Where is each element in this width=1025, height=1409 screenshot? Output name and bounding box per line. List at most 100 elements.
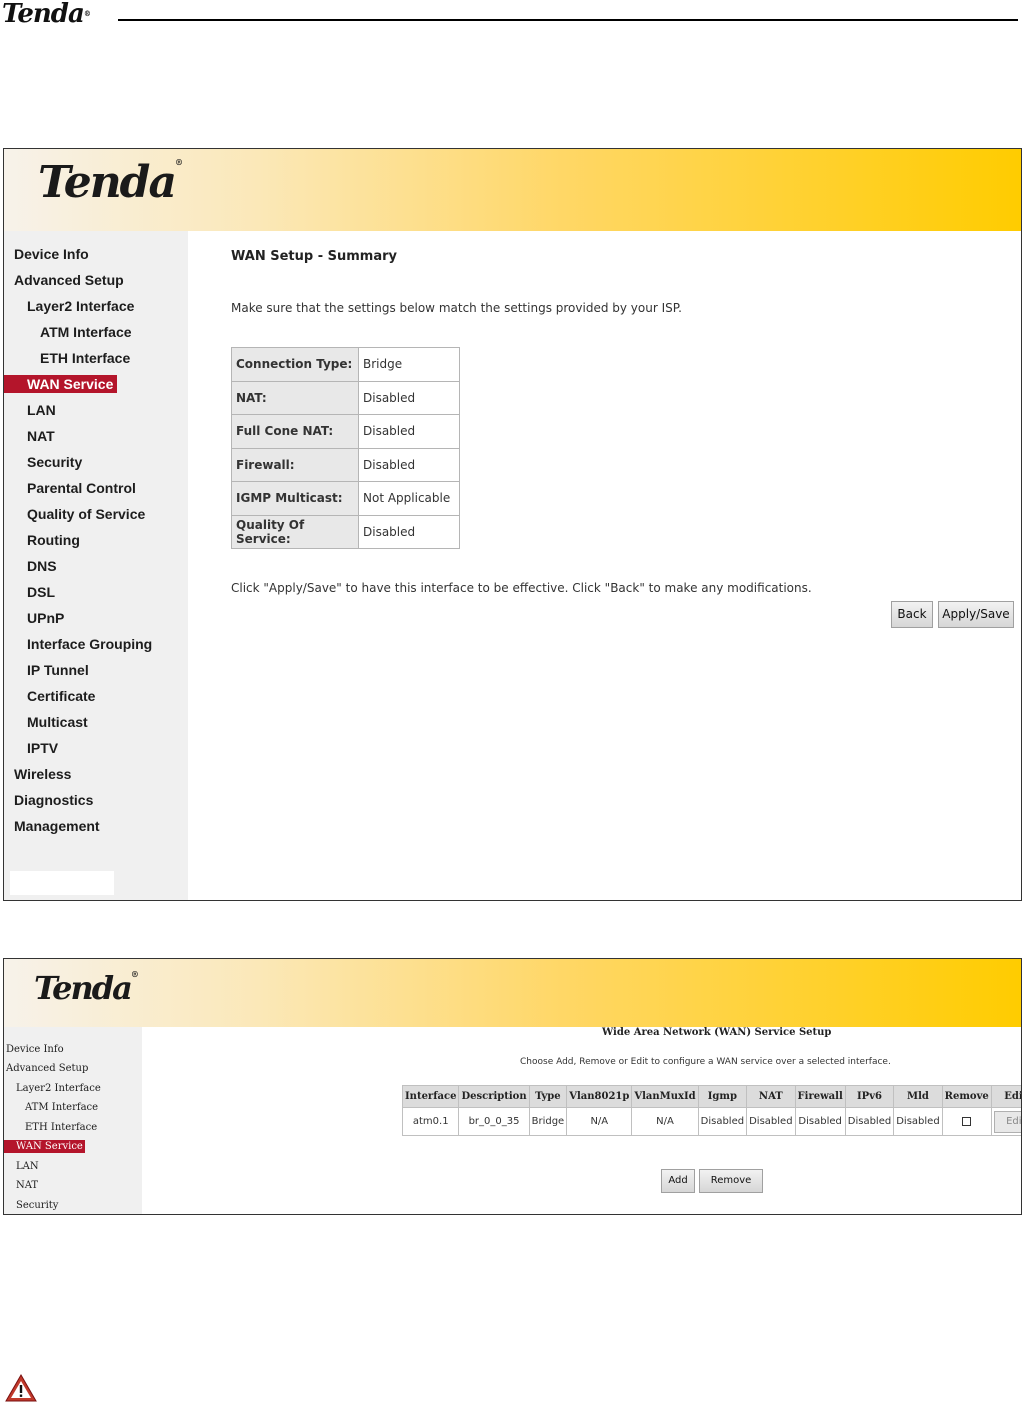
sidebar-item-security[interactable]: Security <box>16 1199 58 1212</box>
table-row: IGMP Multicast: Not Applicable <box>231 481 460 516</box>
row-value: Disabled <box>358 414 460 449</box>
sidebar-language-box <box>10 871 114 895</box>
cell-mld: Disabled <box>893 1107 943 1136</box>
sidebar: Device Info Advanced Setup Layer2 Interf… <box>4 1027 142 1214</box>
table-row: atm0.1 br_0_0_35 Bridge N/A N/A Disabled… <box>401 1107 1021 1136</box>
row-value: Not Applicable <box>358 481 460 516</box>
row-key: Connection Type: <box>231 347 359 382</box>
cell-igmp: Disabled <box>697 1107 748 1136</box>
sidebar-item-ip-tunnel[interactable]: IP Tunnel <box>27 661 89 679</box>
sidebar-item-wan-service[interactable]: WAN Service <box>4 375 117 393</box>
document-logo: Tenda® <box>2 0 91 29</box>
row-key: NAT: <box>231 380 359 415</box>
table-row: Firewall: Disabled <box>231 447 460 482</box>
col-remove: Remove <box>941 1085 992 1108</box>
page-hint: Make sure that the settings below match … <box>231 301 682 315</box>
sidebar-item-quality-of-service[interactable]: Quality of Service <box>27 505 145 523</box>
cell-type: Bridge <box>528 1107 568 1136</box>
cell-description: br_0_0_35 <box>458 1107 530 1136</box>
sidebar-item-layer2-interface[interactable]: Layer2 Interface <box>16 1082 101 1095</box>
sidebar-item-upnp[interactable]: UPnP <box>27 609 64 627</box>
table-row: Quality Of Service: Disabled <box>231 514 460 549</box>
sidebar-item-eth-interface[interactable]: ETH Interface <box>25 1121 97 1134</box>
sidebar-item-parental-control[interactable]: Parental Control <box>27 479 136 497</box>
wan-service-setup-screenshot: Tenda® Device Info Advanced Setup Layer2… <box>3 958 1022 1215</box>
col-type: Type <box>528 1085 568 1108</box>
sidebar-item-security[interactable]: Security <box>27 453 82 471</box>
col-vlan8021p: Vlan8021p <box>566 1085 633 1108</box>
sidebar-item-interface-grouping[interactable]: Interface Grouping <box>27 635 152 653</box>
sidebar-item-advanced-setup[interactable]: Advanced Setup <box>6 1062 88 1075</box>
col-interface: Interface <box>401 1085 460 1108</box>
add-button[interactable]: Add <box>661 1169 695 1193</box>
col-mld: Mld <box>893 1085 943 1108</box>
table-row: Full Cone NAT: Disabled <box>231 414 460 449</box>
page-hint: Choose Add, Remove or Edit to configure … <box>520 1057 891 1067</box>
sidebar-item-layer2-interface[interactable]: Layer2 Interface <box>27 297 134 315</box>
cell-interface: atm0.1 <box>401 1107 460 1136</box>
summary-table: Connection Type: Bridge NAT: Disabled Full… <box>231 347 460 549</box>
sidebar-item-eth-interface[interactable]: ETH Interface <box>40 349 130 367</box>
sidebar-item-lan[interactable]: LAN <box>27 401 56 419</box>
row-value: Disabled <box>358 447 460 482</box>
table-header-row: Interface Description Type Vlan8021p Vla… <box>401 1085 1021 1108</box>
page-title: Wide Area Network (WAN) Service Setup <box>602 1027 832 1038</box>
cell-firewall: Disabled <box>794 1107 846 1136</box>
header-banner: Tenda® <box>4 959 1021 1027</box>
sidebar-item-wireless[interactable]: Wireless <box>14 765 71 783</box>
sidebar-item-nat[interactable]: NAT <box>16 1179 38 1192</box>
row-value: Disabled <box>358 380 460 415</box>
col-edit: Edit <box>990 1085 1021 1108</box>
sidebar-item-dsl[interactable]: DSL <box>27 583 55 601</box>
sidebar: Device Info Advanced Setup Layer2 Interf… <box>4 231 188 900</box>
sidebar-item-nat[interactable]: NAT <box>27 427 55 445</box>
wan-service-table: Interface Description Type Vlan8021p Vla… <box>401 1085 1021 1136</box>
warning-triangle-icon <box>5 1373 37 1402</box>
sidebar-item-device-info[interactable]: Device Info <box>6 1043 64 1056</box>
row-key: Firewall: <box>231 447 359 482</box>
row-key: IGMP Multicast: <box>231 481 359 516</box>
cell-edit: Edit <box>990 1107 1021 1136</box>
tenda-logo: Tenda® <box>34 969 139 1007</box>
row-value: Disabled <box>358 514 460 549</box>
cell-remove <box>941 1107 992 1136</box>
sidebar-item-certificate[interactable]: Certificate <box>27 687 95 705</box>
apply-save-button[interactable]: Apply/Save <box>938 601 1014 628</box>
col-ipv6: IPv6 <box>844 1085 895 1108</box>
back-button[interactable]: Back <box>891 601 933 628</box>
sidebar-item-wan-service[interactable]: WAN Service <box>4 1140 85 1153</box>
document-header-rule <box>118 19 1018 21</box>
row-key: Full Cone NAT: <box>231 414 359 449</box>
sidebar-item-dns[interactable]: DNS <box>27 557 57 575</box>
sidebar-item-routing[interactable]: Routing <box>27 531 80 549</box>
col-vlanmuxid: VlanMuxId <box>631 1085 699 1108</box>
col-firewall: Firewall <box>794 1085 846 1108</box>
wan-summary-screenshot: Tenda® Device Info Advanced Setup Layer2… <box>3 148 1022 901</box>
cell-vlanmuxid: N/A <box>631 1107 699 1136</box>
sidebar-item-atm-interface[interactable]: ATM Interface <box>40 323 132 341</box>
table-row: NAT: Disabled <box>231 380 460 415</box>
row-value: Bridge <box>358 347 460 382</box>
col-igmp: Igmp <box>697 1085 748 1108</box>
apply-hint: Click "Apply/Save" to have this interfac… <box>231 581 812 595</box>
table-row: Connection Type: Bridge <box>231 347 460 382</box>
header-banner: Tenda® <box>4 149 1021 231</box>
remove-checkbox[interactable] <box>962 1116 972 1126</box>
sidebar-item-advanced-setup[interactable]: Advanced Setup <box>14 271 124 289</box>
sidebar-item-lan[interactable]: LAN <box>16 1160 39 1173</box>
sidebar-item-multicast[interactable]: Multicast <box>27 713 88 731</box>
edit-button[interactable]: Edit <box>993 1110 1021 1133</box>
cell-nat: Disabled <box>746 1107 796 1136</box>
col-description: Description <box>458 1085 530 1108</box>
sidebar-item-diagnostics[interactable]: Diagnostics <box>14 791 93 809</box>
col-nat: NAT <box>746 1085 796 1108</box>
page-title: WAN Setup - Summary <box>231 249 397 264</box>
tenda-logo: Tenda® <box>38 157 183 208</box>
remove-button[interactable]: Remove <box>699 1169 763 1193</box>
sidebar-item-management[interactable]: Management <box>14 817 100 835</box>
sidebar-item-atm-interface[interactable]: ATM Interface <box>25 1101 98 1114</box>
sidebar-item-device-info[interactable]: Device Info <box>14 245 89 263</box>
cell-ipv6: Disabled <box>844 1107 895 1136</box>
cell-vlan8021p: N/A <box>566 1107 633 1136</box>
sidebar-item-iptv[interactable]: IPTV <box>27 739 58 757</box>
